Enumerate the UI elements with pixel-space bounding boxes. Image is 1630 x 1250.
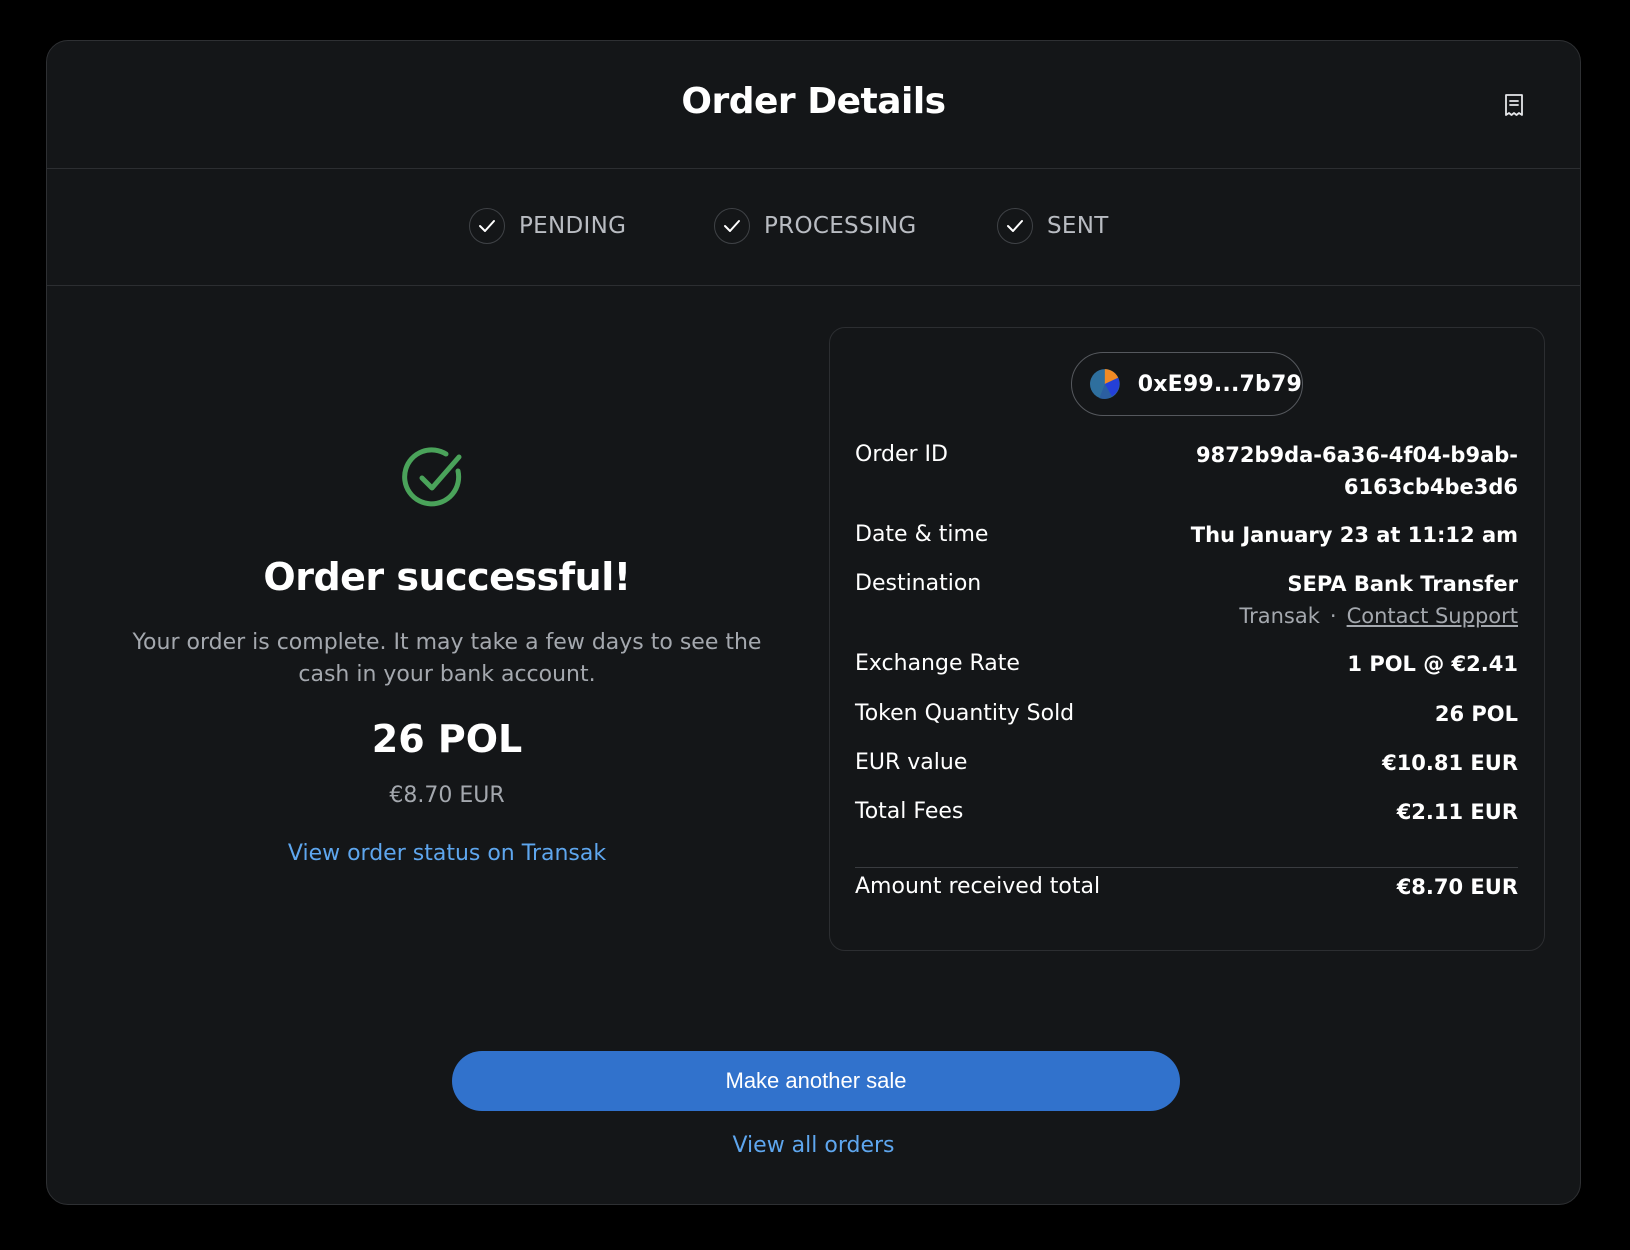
wallet-address-pill[interactable]: 0xE99...7b79 [1071, 352, 1303, 416]
page-title: Order Details [681, 81, 946, 122]
order-summary: Order successful! Your order is complete… [87, 311, 807, 951]
destination-value: SEPA Bank Transfer Transak · Contact Suppo… [1239, 568, 1518, 632]
divider [855, 867, 1518, 868]
contact-support-link[interactable]: Contact Support [1347, 604, 1518, 628]
order-progress-steps: PENDING PROCESSING SENT [47, 169, 1580, 286]
row-label: Order ID [855, 442, 948, 467]
row-value: 1 POL @ €2.41 [1347, 652, 1518, 676]
order-id-line: 9872b9da-6a36-4f04-b9ab- [1196, 443, 1518, 467]
row-value: €8.70 EUR [1396, 875, 1518, 899]
row-value: €2.11 EUR [1396, 800, 1518, 824]
row-label: Destination [855, 571, 982, 596]
order-details-modal: Order Details PENDING PROCESSING SENT Or… [46, 40, 1581, 1205]
row-label: Exchange Rate [855, 651, 1020, 676]
row-value: €10.81 EUR [1382, 751, 1518, 775]
provider-name: Transak [1239, 604, 1320, 628]
row-label: Total Fees [855, 799, 964, 824]
row-label: Date & time [855, 522, 989, 547]
row-label: Amount received total [855, 874, 1101, 899]
account-avatar-icon [1090, 369, 1120, 399]
success-message: Your order is complete. It may take a fe… [132, 630, 762, 687]
order-details-card: 0xE99...7b79 Order ID 9872b9da-6a36-4f04… [829, 327, 1545, 951]
receipt-icon [1505, 94, 1523, 116]
success-title: Order successful! [263, 555, 631, 599]
row-value: Thu January 23 at 11:12 am [1190, 523, 1518, 547]
token-amount: 26 POL [371, 717, 523, 761]
separator-dot: · [1329, 604, 1337, 628]
fiat-amount: €8.70 EUR [389, 783, 505, 808]
row-value: 26 POL [1434, 702, 1518, 726]
step-label: SENT [1047, 213, 1109, 239]
destination-provider-line: Transak · Contact Support [1239, 600, 1518, 632]
step-processing: PROCESSING [714, 208, 917, 244]
view-order-status-link[interactable]: View order status on Transak [87, 841, 807, 866]
wallet-address: 0xE99...7b79 [1137, 371, 1302, 397]
destination-method: SEPA Bank Transfer [1287, 572, 1518, 596]
check-circle-icon [402, 447, 462, 507]
check-icon [997, 208, 1033, 244]
step-pending: PENDING [469, 208, 626, 244]
modal-header: Order Details [47, 41, 1580, 169]
step-label: PENDING [519, 213, 627, 239]
order-id-line: 6163cb4be3d6 [1343, 475, 1518, 499]
check-icon [714, 208, 750, 244]
view-all-orders-link[interactable]: View all orders [47, 1133, 1580, 1158]
make-another-sale-button[interactable]: Make another sale [452, 1051, 1180, 1111]
row-label: EUR value [855, 750, 968, 775]
row-label: Token Quantity Sold [855, 701, 1075, 726]
receipt-button[interactable] [1500, 91, 1528, 119]
check-icon [469, 208, 505, 244]
step-sent: SENT [997, 208, 1109, 244]
step-label: PROCESSING [764, 213, 917, 239]
order-id-value: 9872b9da-6a36-4f04-b9ab- 6163cb4be3d6 [1196, 439, 1518, 503]
